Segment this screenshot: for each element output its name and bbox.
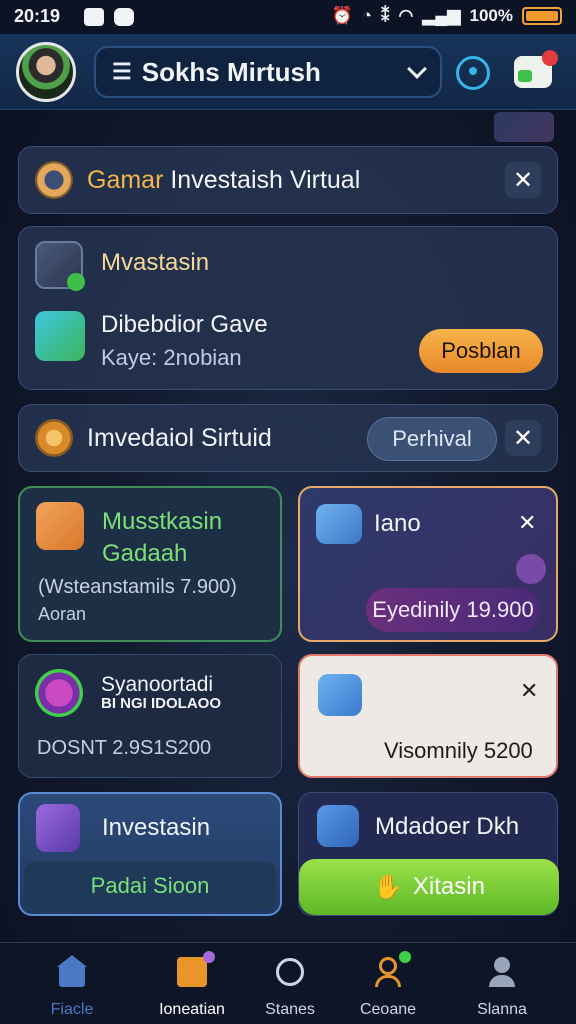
ticket-icon — [316, 504, 362, 544]
user-icon — [485, 955, 519, 989]
document-icon — [36, 502, 84, 550]
virtual-banner: Imvedaiol Sirtuid Perhival ✕ — [18, 404, 558, 472]
tile-mdadoer[interactable]: Mdadoer Dkh ✋ Xitasin — [298, 792, 559, 916]
nav-label: Fiacle — [50, 1001, 94, 1018]
nav-label: Ceoane — [359, 1001, 417, 1018]
status-time: 20:19 — [14, 6, 61, 26]
tile-iano[interactable]: Iano ✕ Eyedinily 19.900 — [298, 486, 558, 642]
tile5-title: Investasin — [102, 814, 211, 841]
nav-item-ioneatian[interactable]: Ioneatian — [142, 951, 242, 1019]
posblan-button[interactable]: Posblan — [419, 329, 543, 373]
eyedinily-button[interactable]: Eyedinily 19.900 — [366, 588, 540, 632]
compass-icon — [35, 161, 73, 199]
nav-label: Slanna — [477, 1001, 527, 1018]
hand-icon: ✋ — [373, 873, 403, 901]
nav-item-home[interactable]: Fiacle — [22, 955, 122, 1019]
tile3-sub: DOSNT 2.9S1S200 — [37, 737, 212, 759]
tile3-title-line1: Syanoortadi — [101, 673, 214, 696]
bottom-nav: Fiacle Ioneatian Stanes Ceoane Slanna — [0, 942, 576, 1024]
tile-mussitkasin[interactable]: Musstkasin Gadaah (Wsteanstamils 7.900) … — [18, 486, 282, 642]
tile4-value: Visomnily 5200 — [384, 738, 533, 763]
status-bar: 20:19 ⏰ ◔ ⁑ ◠ ▂▄▆ 100% — [0, 0, 576, 34]
padai-sioon-button[interactable]: Padai Sioon — [24, 862, 276, 910]
close-icon[interactable]: ✕ — [520, 678, 538, 704]
chevron-down-icon — [407, 59, 427, 79]
cloud-icon — [84, 8, 104, 26]
close-icon[interactable]: ✕ — [518, 510, 536, 536]
profile-icon — [371, 951, 411, 989]
gem-icon — [35, 669, 83, 717]
status-right: ⏰ ◔ ⁑ ◠ ▂▄▆ 100% — [332, 6, 562, 26]
edit-icon — [317, 805, 359, 847]
nav-label: Ioneatian — [159, 1001, 225, 1018]
close-icon[interactable]: ✕ — [505, 162, 541, 198]
investment-banner: Gamar Investaish Virtual ✕ — [18, 146, 558, 214]
xitasin-button[interactable]: ✋ Xitasin — [299, 859, 559, 915]
dnd-icon: ◔ — [361, 6, 372, 25]
game-icon — [35, 311, 85, 361]
banner2-title: Imvedaiol Sirtuid — [87, 423, 272, 452]
signal-icon: ▂▄▆ — [422, 6, 461, 25]
wifi-icon: ◠ — [398, 6, 414, 25]
document-icon — [318, 674, 362, 716]
nav-item-ceoane[interactable]: Ceoane — [338, 951, 438, 1019]
tile1-title-line1: Musstkasin — [102, 508, 223, 535]
chat-icon[interactable] — [514, 50, 558, 88]
xitasin-label: Xitasin — [412, 873, 485, 900]
tile-investasin[interactable]: Investasin Padai Sioon — [18, 792, 282, 916]
tile2-title: Iano — [374, 510, 421, 537]
item-subtitle: Kaye: 2nobian — [101, 345, 242, 370]
timer-icon — [35, 419, 73, 457]
tile3-title-line2: BI NGI IDOLAOO — [101, 695, 221, 712]
card-title: Mvastasin — [101, 249, 210, 276]
tile-visomnily[interactable]: ✕ Visomnily 5200 — [298, 654, 558, 778]
account-selector[interactable]: ☰ Sokhs Mirtush — [94, 46, 442, 98]
calendar-icon — [175, 951, 215, 989]
account-name: Sokhs Mirtush — [141, 56, 321, 87]
compass-icon — [273, 955, 307, 989]
tile1-sub1: (Wsteanstamils 7.900) — [38, 576, 237, 598]
music-icon — [35, 241, 85, 291]
avatar[interactable] — [16, 42, 76, 102]
battery-icon — [522, 7, 562, 25]
tile-syanoortadi[interactable]: Syanoortadi BI NGI IDOLAOO DOSNT 2.9S1S2… — [18, 654, 282, 778]
investment-card: Mvastasin Dibebdior Gave Kaye: 2nobian P… — [18, 226, 558, 390]
toggle-dot — [516, 554, 546, 584]
nav-label: Stanes — [265, 1001, 315, 1018]
game-thumbnail-icon[interactable] — [494, 112, 554, 142]
instagram-icon — [114, 8, 134, 26]
banner-title: Gamar Investaish Virtual — [87, 165, 361, 194]
alarm-icon: ⏰ — [331, 6, 353, 25]
home-icon — [55, 955, 89, 989]
close-icon[interactable]: ✕ — [505, 420, 541, 456]
nav-item-slanna[interactable]: Slanna — [452, 955, 552, 1019]
refresh-icon[interactable] — [456, 56, 490, 90]
vibrate-icon: ⁑ — [380, 6, 390, 25]
item-title: Dibebdior Gave — [101, 311, 268, 338]
phone-icon — [36, 804, 80, 852]
tile1-title-line2: Gadaah — [102, 540, 188, 567]
perhival-button[interactable]: Perhival — [367, 417, 497, 461]
tile1-sub2: Aoran — [38, 604, 87, 624]
nav-item-stanes[interactable]: Stanes — [240, 955, 340, 1019]
app-header: ☰ Sokhs Mirtush — [0, 34, 576, 110]
tile6-title: Mdadoer Dkh — [375, 813, 520, 840]
notification-icons — [84, 8, 134, 26]
notification-dot — [542, 50, 558, 66]
battery-percent: 100% — [469, 6, 513, 25]
account-icon: ☰ — [112, 59, 132, 84]
